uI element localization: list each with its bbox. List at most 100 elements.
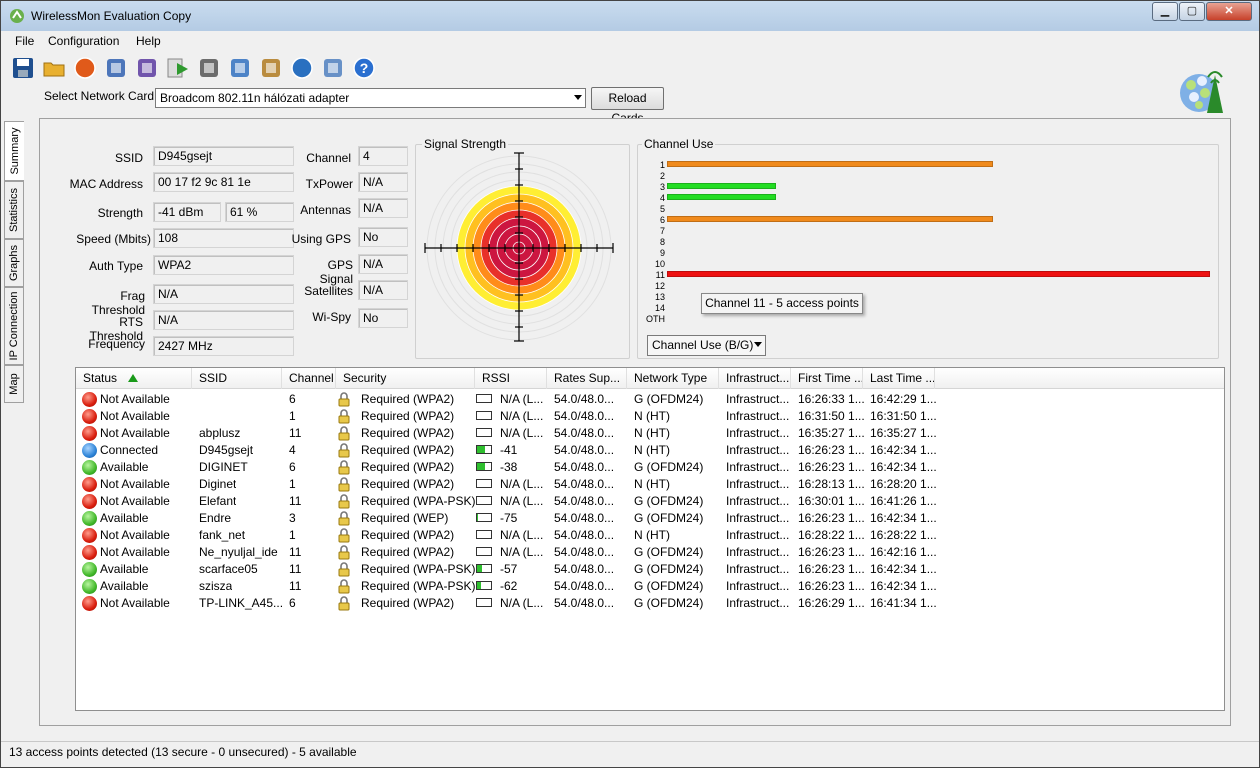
mac-label: MAC Address bbox=[69, 177, 143, 191]
col-security[interactable]: Security bbox=[336, 368, 475, 389]
cell-last-time: 16:42:34 1... bbox=[870, 511, 937, 525]
minimize-button[interactable]: ▁ bbox=[1152, 2, 1178, 21]
tab-summary[interactable]: Summary bbox=[4, 121, 24, 181]
rssi-bar bbox=[476, 411, 492, 420]
cell-security: Required (WEP) bbox=[361, 511, 449, 525]
record-icon[interactable] bbox=[73, 56, 97, 80]
col-ssid[interactable]: SSID bbox=[192, 368, 282, 389]
frag-label: Frag Threshold bbox=[91, 289, 145, 317]
network-cards-alt-icon[interactable] bbox=[135, 56, 159, 80]
tab-ip-connection-label: IP Connection bbox=[8, 291, 20, 361]
cell-status: Not Available bbox=[100, 494, 170, 508]
lock-icon bbox=[338, 562, 350, 577]
rssi-bar bbox=[476, 598, 492, 607]
reload-cards-button[interactable]: Reload Cards bbox=[591, 87, 664, 125]
lock-icon bbox=[338, 545, 350, 560]
col-channel[interactable]: Channel bbox=[282, 368, 336, 389]
lock-icon bbox=[338, 596, 350, 611]
play-icon[interactable] bbox=[166, 56, 190, 80]
cell-channel: 6 bbox=[289, 392, 296, 406]
globe-icon[interactable] bbox=[290, 56, 314, 80]
toolbar: ? bbox=[1, 53, 401, 83]
cell-ssid: Ne_nyuljal_ide bbox=[199, 545, 278, 559]
col-rssi[interactable]: RSSI bbox=[475, 368, 547, 389]
save-icon[interactable] bbox=[11, 56, 35, 80]
cell-security: Required (WPA2) bbox=[361, 426, 455, 440]
col-status[interactable]: Status bbox=[76, 368, 192, 389]
cell-last-time: 16:41:26 1... bbox=[870, 494, 937, 508]
table-row[interactable]: Not Available Elefant 11 Required (WPA-PSK)… bbox=[76, 493, 1224, 510]
tab-statistics[interactable]: Statistics bbox=[4, 181, 24, 239]
channel-label-oth: OTH bbox=[646, 314, 665, 324]
table-row[interactable]: Not Available Diginet 1 Required (WPA2) N/A … bbox=[76, 476, 1224, 493]
title-bar[interactable]: WirelessMon Evaluation Copy ▁ ▢ ✕ bbox=[1, 1, 1259, 31]
table-row[interactable]: Not Available 1 Required (WPA2) N/A (L... 54… bbox=[76, 408, 1224, 425]
maximize-button[interactable]: ▢ bbox=[1179, 2, 1205, 21]
col-infrastructure[interactable]: Infrastruct... bbox=[719, 368, 791, 389]
channel-bar-4 bbox=[667, 194, 776, 200]
channel-tooltip: Channel 11 - 5 access points bbox=[701, 293, 863, 314]
cell-ssid: szisza bbox=[199, 579, 233, 593]
col-network-type[interactable]: Network Type bbox=[627, 368, 719, 389]
tab-graphs[interactable]: Graphs bbox=[4, 239, 24, 287]
channel-label-13: 13 bbox=[654, 292, 665, 302]
table-row[interactable]: Not Available TP-LINK_A45... 6 Required (WP… bbox=[76, 595, 1224, 612]
channel-label-3: 3 bbox=[659, 182, 665, 192]
status-red-icon bbox=[82, 477, 97, 492]
table-row[interactable]: Connected D945gsejt 4 Required (WPA2) -41 54.… bbox=[76, 442, 1224, 459]
signal-strength-title: Signal Strength bbox=[422, 137, 509, 151]
table-row[interactable]: Not Available fank_net 1 Required (WPA2) N/A… bbox=[76, 527, 1224, 544]
clipboard-icon[interactable] bbox=[259, 56, 283, 80]
channel-use-mode-select[interactable]: Channel Use (B/G) bbox=[647, 335, 766, 356]
tab-ip-connection[interactable]: IP Connection bbox=[4, 287, 24, 365]
close-button[interactable]: ✕ bbox=[1206, 2, 1252, 21]
print-icon[interactable] bbox=[197, 56, 221, 80]
cell-channel: 6 bbox=[289, 596, 296, 610]
cell-rssi: N/A (L... bbox=[500, 477, 544, 491]
cell-network-type: G (OFDM24) bbox=[634, 545, 704, 559]
txpower-label: TxPower bbox=[305, 177, 353, 191]
checklist-icon[interactable] bbox=[228, 56, 252, 80]
menu-help[interactable]: Help bbox=[136, 34, 161, 48]
table-row[interactable]: Available Endre 3 Required (WEP) -75 54.0/48.… bbox=[76, 510, 1224, 527]
cell-status: Available bbox=[100, 562, 149, 576]
cell-network-type: N (HT) bbox=[634, 409, 670, 423]
window-title: WirelessMon Evaluation Copy bbox=[31, 9, 192, 23]
network-card-row: Select Network Card Broadcom 802.11n hál… bbox=[1, 85, 701, 125]
rssi-bar bbox=[476, 547, 492, 556]
col-status-label: Status bbox=[83, 371, 118, 385]
table-row[interactable]: Not Available 6 Required (WPA2) N/A (L... 54… bbox=[76, 391, 1224, 408]
rssi-bar bbox=[476, 530, 492, 539]
table-row[interactable]: Available szisza 11 Required (WPA-PSK) -62 54… bbox=[76, 578, 1224, 595]
cell-infrastructure: Infrastruct... bbox=[726, 477, 790, 491]
network-cards-icon[interactable] bbox=[104, 56, 128, 80]
cell-last-time: 16:42:34 1... bbox=[870, 443, 937, 457]
open-folder-icon[interactable] bbox=[42, 56, 66, 80]
speed-label: Speed (Mbits) bbox=[76, 232, 151, 246]
tab-map[interactable]: Map bbox=[4, 365, 24, 403]
frequency-field: 2427 MHz bbox=[153, 336, 294, 356]
satellites-label: Satellites bbox=[304, 284, 353, 298]
access-point-list[interactable]: Status SSID Channel Security RSSI Rates … bbox=[75, 367, 1225, 711]
table-row[interactable]: Available scarface05 11 Required (WPA-PSK) -… bbox=[76, 561, 1224, 578]
col-rates[interactable]: Rates Sup... bbox=[547, 368, 627, 389]
menu-configuration[interactable]: Configuration bbox=[48, 34, 119, 48]
menu-file[interactable]: File bbox=[15, 34, 34, 48]
wispy-label: Wi-Spy bbox=[312, 310, 351, 324]
cell-infrastructure: Infrastruct... bbox=[726, 494, 790, 508]
cell-infrastructure: Infrastruct... bbox=[726, 460, 790, 474]
wispy-field: No bbox=[358, 308, 408, 328]
channel-bar-3 bbox=[667, 183, 776, 189]
col-first-time[interactable]: First Time ... bbox=[791, 368, 863, 389]
network-card-select[interactable]: Broadcom 802.11n hálózati adapter bbox=[155, 88, 586, 108]
cell-network-type: G (OFDM24) bbox=[634, 562, 704, 576]
table-row[interactable]: Not Available Ne_nyuljal_ide 11 Required (W… bbox=[76, 544, 1224, 561]
info-bubble-icon[interactable] bbox=[321, 56, 345, 80]
col-last-time[interactable]: Last Time ... bbox=[863, 368, 935, 389]
help-icon[interactable]: ? bbox=[352, 56, 376, 80]
status-red-icon bbox=[82, 392, 97, 407]
table-row[interactable]: Available DIGINET 6 Required (WPA2) -38 54.0/… bbox=[76, 459, 1224, 476]
tab-summary-label: Summary bbox=[8, 127, 21, 175]
txpower-field: N/A bbox=[358, 172, 408, 192]
table-row[interactable]: Not Available abplusz 11 Required (WPA2) N/A… bbox=[76, 425, 1224, 442]
